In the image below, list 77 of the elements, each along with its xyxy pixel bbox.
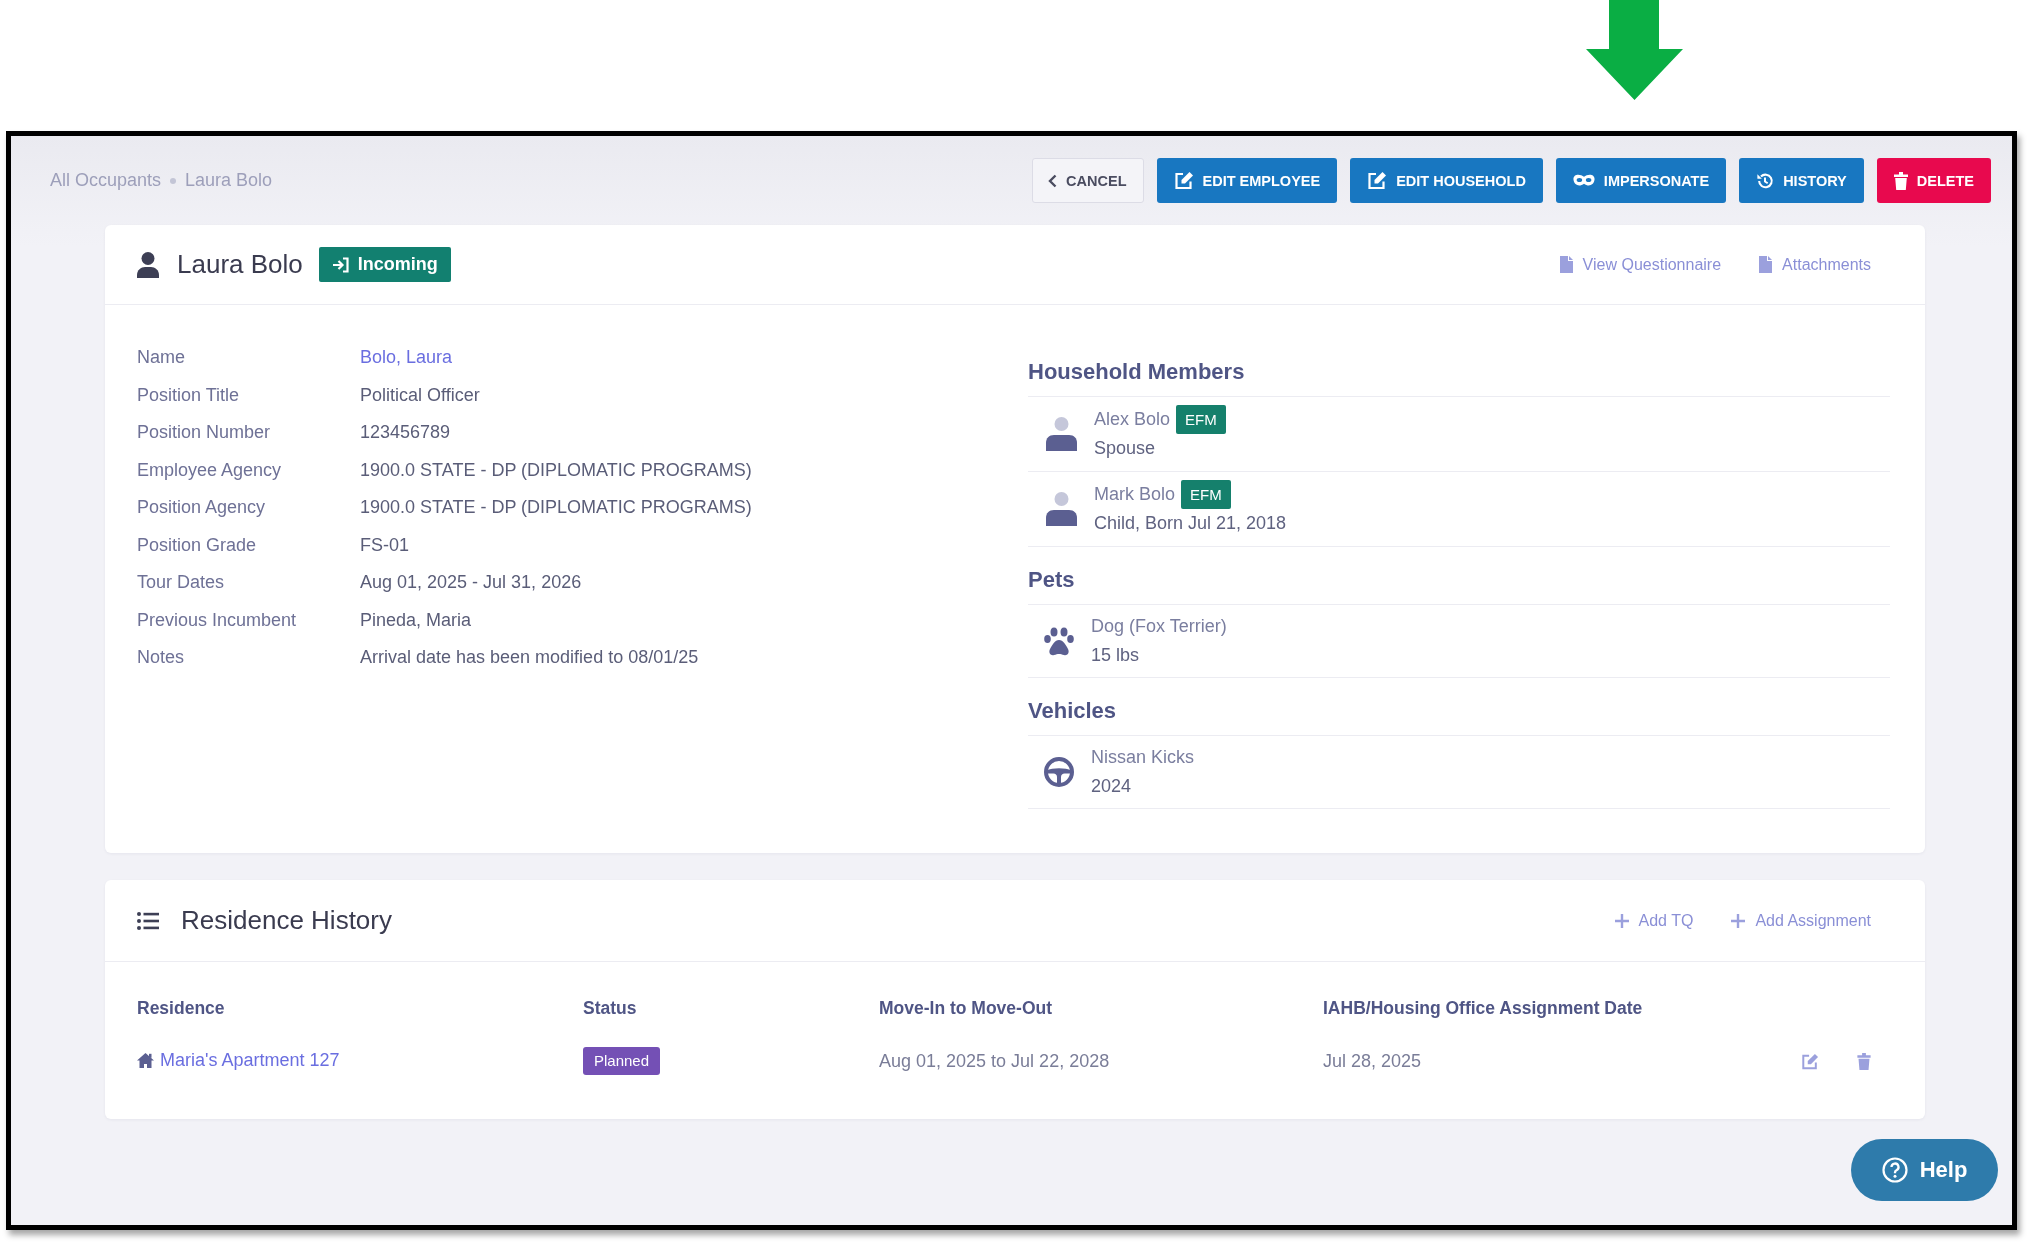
mask-icon bbox=[1572, 174, 1595, 187]
breadcrumb-link[interactable]: All Occupants bbox=[50, 170, 162, 191]
question-circle-icon bbox=[1881, 1157, 1908, 1183]
chevron-left-icon bbox=[1048, 173, 1058, 188]
list-icon bbox=[137, 911, 159, 930]
item-detail: Child, Born Jul 21, 2018 bbox=[1094, 512, 1287, 535]
detail-value: 1900.0 STATE - DP (DIPLOMATIC PROGRAMS) bbox=[360, 459, 753, 481]
detail-value: Aug 01, 2025 - Jul 31, 2026 bbox=[360, 572, 583, 594]
item-name: Mark Bolo bbox=[1094, 484, 1176, 505]
document-icon bbox=[1759, 256, 1773, 273]
residence-link[interactable]: Maria's Apartment 127 bbox=[137, 1050, 340, 1071]
edit-icon bbox=[1367, 171, 1388, 190]
history-icon bbox=[1756, 171, 1775, 190]
item-detail: Spouse bbox=[1094, 437, 1157, 460]
detail-value: Pineda, Maria bbox=[360, 609, 473, 631]
detail-value: Political Officer bbox=[360, 384, 481, 406]
column-header: Residence bbox=[137, 997, 226, 1019]
document-icon bbox=[1559, 256, 1573, 273]
detail-label: Position Agency bbox=[137, 497, 267, 519]
edit-icon[interactable] bbox=[1801, 1052, 1819, 1070]
impersonate-button[interactable]: IMPERSONATE bbox=[1555, 158, 1727, 203]
trash-icon[interactable] bbox=[1857, 1052, 1871, 1070]
separator-dot-icon bbox=[170, 177, 177, 184]
item-name: Dog (Fox Terrier) bbox=[1091, 616, 1227, 637]
detail-value: FS-01 bbox=[360, 534, 411, 556]
steering-wheel-icon bbox=[1044, 757, 1074, 787]
detail-value: 1900.0 STATE - DP (DIPLOMATIC PROGRAMS) bbox=[360, 497, 753, 519]
delete-button[interactable]: DELETE bbox=[1876, 158, 1991, 203]
detail-label: Position Number bbox=[137, 422, 272, 444]
role-badge: EFM bbox=[1181, 480, 1231, 509]
breadcrumb-link[interactable]: Laura Bolo bbox=[185, 170, 273, 191]
add-link[interactable]: Add Assignment bbox=[1731, 911, 1871, 930]
role-badge: EFM bbox=[1176, 405, 1226, 434]
item-detail: 2024 bbox=[1091, 775, 1133, 798]
profile-name: Laura Bolo bbox=[177, 249, 303, 280]
plus-icon bbox=[1731, 913, 1746, 928]
detail-value: 123456789 bbox=[360, 422, 452, 444]
section-heading: Household Members bbox=[1028, 359, 1245, 384]
column-header: Move-In to Move-Out bbox=[879, 997, 1054, 1019]
section-heading: Pets bbox=[1028, 567, 1075, 592]
section-heading: Vehicles bbox=[1028, 698, 1117, 723]
cancel-button[interactable]: CANCEL bbox=[1032, 158, 1144, 203]
detail-label: Previous Incumbent bbox=[137, 609, 298, 631]
column-header: Status bbox=[583, 997, 638, 1019]
sign-in-icon bbox=[331, 256, 350, 273]
person-icon bbox=[137, 251, 159, 278]
detail-label: Notes bbox=[137, 647, 186, 669]
add-link[interactable]: Add TQ bbox=[1614, 911, 1694, 930]
header-link[interactable]: Attachments bbox=[1759, 255, 1871, 274]
paw-icon bbox=[1044, 626, 1074, 656]
status-label: Incoming bbox=[357, 254, 438, 275]
detail-label: Position Grade bbox=[137, 534, 258, 556]
member-avatar-icon bbox=[1046, 492, 1077, 526]
column-header: IAHB/Housing Office Assignment Date bbox=[1323, 997, 1644, 1019]
detail-value: Arrival date has been modified to 08/01/25 bbox=[360, 647, 700, 669]
item-name: Alex Bolo bbox=[1094, 409, 1171, 430]
history-button[interactable]: HISTORY bbox=[1739, 158, 1864, 203]
plus-icon bbox=[1614, 913, 1629, 928]
detail-label: Position Title bbox=[137, 384, 241, 406]
card-title: Residence History bbox=[181, 905, 392, 936]
status-badge: Planned bbox=[583, 1047, 661, 1075]
edit-button[interactable]: EDIT EMPLOYEE bbox=[1156, 158, 1338, 203]
trash-icon bbox=[1893, 171, 1908, 190]
detail-link[interactable]: Bolo, Laura bbox=[360, 347, 453, 369]
help-button[interactable]: Help bbox=[1851, 1139, 1998, 1201]
detail-label: Tour Dates bbox=[137, 572, 226, 594]
house-icon bbox=[137, 1053, 154, 1068]
item-detail: 15 lbs bbox=[1091, 644, 1141, 667]
detail-label: Employee Agency bbox=[137, 459, 283, 481]
header-link[interactable]: View Questionnaire bbox=[1559, 255, 1722, 274]
member-avatar-icon bbox=[1046, 417, 1077, 451]
detail-label: Name bbox=[137, 347, 186, 369]
table-cell-text: Jul 28, 2025 bbox=[1323, 1050, 1423, 1072]
edit-icon bbox=[1173, 171, 1194, 190]
item-name: Nissan Kicks bbox=[1091, 747, 1195, 768]
edit-button[interactable]: EDIT HOUSEHOLD bbox=[1350, 158, 1543, 203]
table-cell-text: Aug 01, 2025 to Jul 22, 2028 bbox=[879, 1050, 1111, 1072]
